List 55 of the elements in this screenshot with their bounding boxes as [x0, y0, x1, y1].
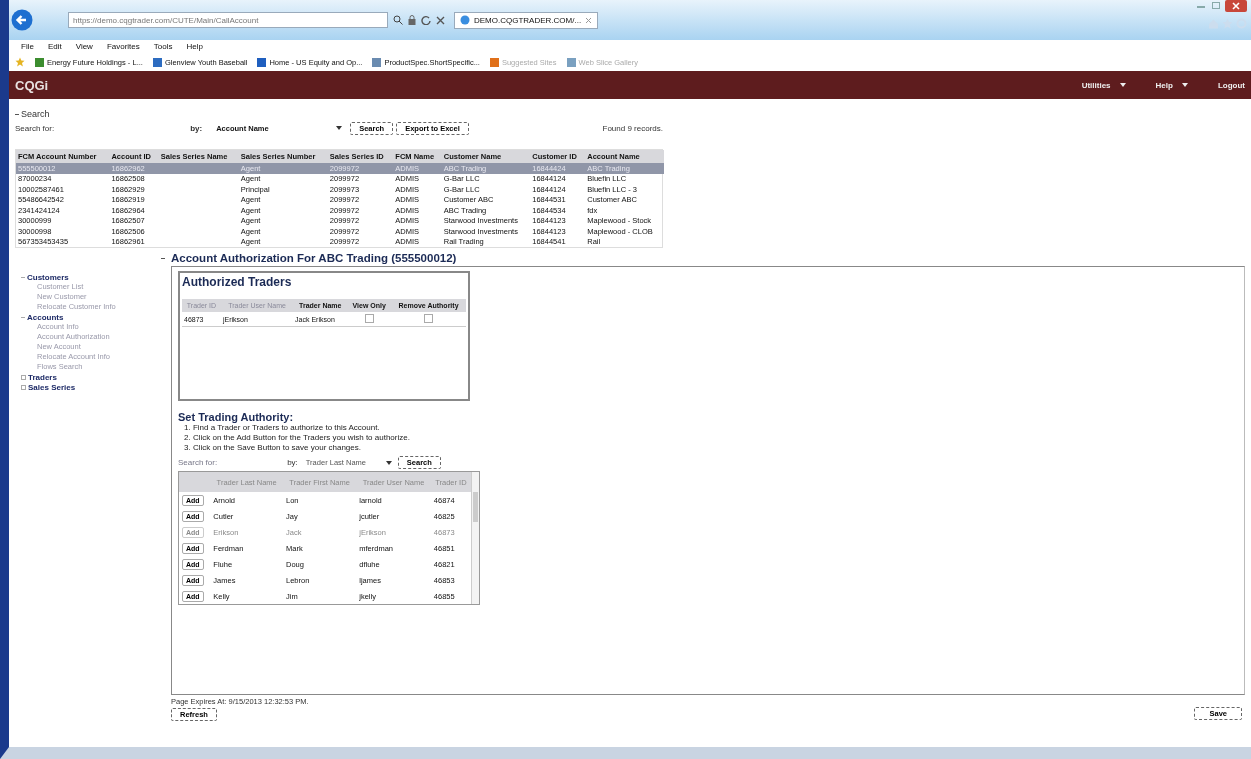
page-title: Account Authorization For ABC Trading (555500012): [171, 252, 457, 264]
sidebar-item[interactable]: Accounts: [27, 313, 64, 322]
caret-icon[interactable]: [1119, 83, 1126, 87]
site-icon: [372, 57, 382, 67]
menu-item[interactable]: Help: [186, 42, 203, 51]
search-icon[interactable]: [393, 15, 403, 25]
address-text: https://demo.cqgtrader.com/CUTE/Main/CallAccount: [73, 15, 259, 25]
instruction-text: 2. Click on the Add Button for the Traders you wish to authorize.: [183, 433, 411, 443]
tab-title: DEMO.CQGTRADER.COM/...: [474, 15, 582, 25]
browser-tab[interactable]: DEMO.CQGTRADER.COM/...: [454, 11, 599, 29]
caret-icon[interactable]: [385, 460, 392, 465]
address-bar[interactable]: https://demo.cqgtrader.com/CUTE/Main/CallAccount: [68, 12, 388, 28]
site-icon: [489, 57, 499, 67]
sidebar-item[interactable]: Traders: [28, 373, 57, 382]
section-title: Set Trading Authority:: [178, 411, 295, 423]
scrollbar[interactable]: [471, 472, 479, 604]
nav-menu[interactable]: Help: [1155, 80, 1188, 90]
record-count: Found 9 records.: [602, 123, 663, 133]
section-title: Search: [21, 109, 50, 119]
caret-icon[interactable]: [336, 126, 343, 130]
page-icon[interactable]: [460, 15, 470, 25]
logo: CQGi: [15, 77, 49, 93]
field-label: by:: [287, 458, 298, 467]
checkbox[interactable]: [424, 314, 434, 323]
nav-menu[interactable]: Logout: [1217, 80, 1245, 90]
back-icon[interactable]: [11, 9, 33, 31]
site-icon: [35, 57, 44, 67]
nav-menu[interactable]: Utilities: [1081, 80, 1126, 90]
site-icon: [152, 57, 162, 67]
close-icon[interactable]: [585, 16, 593, 24]
menu-item[interactable]: View: [75, 42, 93, 51]
menu-item[interactable]: Tools: [153, 42, 173, 51]
sidebar-item[interactable]: Customers: [27, 273, 69, 282]
panel-title: Authorized Traders: [182, 275, 293, 289]
site-icon: [566, 57, 576, 67]
instruction-text: 1. Find a Trader or Traders to authorize to this Account.: [183, 423, 381, 433]
expand-icon[interactable]: [21, 375, 26, 380]
menu-item[interactable]: Favorites: [106, 42, 140, 51]
close-icon[interactable]: [436, 15, 445, 25]
instruction-text: 3. Click on the Save Button to save your changes.: [183, 443, 362, 453]
expand-icon[interactable]: [21, 385, 26, 390]
sidebar-item[interactable]: Sales Series: [28, 383, 76, 392]
field-label: Search for:: [178, 458, 218, 467]
lock-icon[interactable]: [408, 15, 416, 25]
favorites-star-icon[interactable]: [15, 57, 25, 67]
close-icon[interactable]: [1225, 0, 1247, 12]
refresh-icon[interactable]: [421, 15, 431, 25]
field-label: Search for:: [15, 123, 55, 133]
maximize-icon[interactable]: [1210, 0, 1222, 10]
checkbox[interactable]: [364, 314, 374, 323]
site-icon: [257, 57, 267, 67]
caret-icon[interactable]: [1181, 83, 1188, 87]
field-label: by:: [190, 123, 203, 133]
menu-item[interactable]: File: [21, 42, 34, 51]
menu-item[interactable]: Edit: [47, 42, 62, 51]
